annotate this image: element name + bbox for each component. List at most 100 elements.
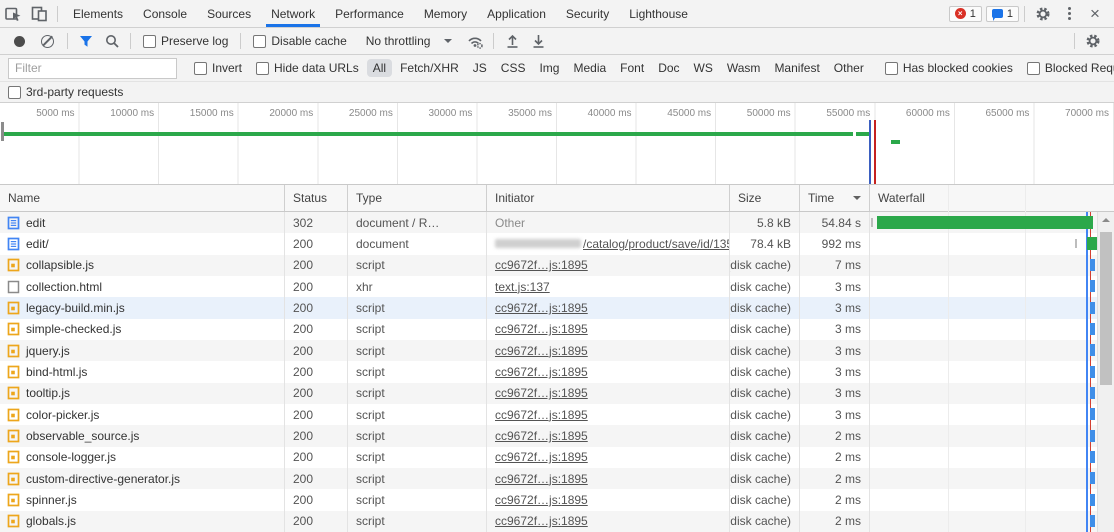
request-type-filter[interactable]: Doc [652,59,685,77]
table-scrollbar[interactable] [1097,212,1114,532]
network-conditions-icon[interactable] [462,29,488,53]
tab-network[interactable]: Network [261,0,325,27]
waterfall-cell [870,319,1114,340]
request-type-filter[interactable]: Font [614,59,650,77]
waterfall-cached-dash [1090,493,1095,506]
type-cell: script [348,403,487,426]
tab-console[interactable]: Console [133,0,197,27]
table-row[interactable]: bind-html.js 200 script cc9672f…js:1895 … [0,361,1114,383]
timeline-overview[interactable]: 5000 ms 10000 ms 15000 ms 20000 ms 25000 ms 3… [0,103,1114,185]
throttling-dropdown[interactable]: No throttling [366,34,453,48]
initiator-link[interactable]: cc9672f…js:1895 [495,386,588,400]
request-name: console-logger.js [26,450,117,465]
blocked-requests-checkbox[interactable]: Blocked Requests [1026,61,1114,75]
script-icon [6,258,20,272]
search-icon[interactable] [99,29,125,53]
table-row[interactable]: edit 302 document / R… Other 5.8 kB 54.8… [0,212,1114,234]
waterfall-cell [870,468,1114,489]
table-row[interactable]: color-picker.js 200 script cc9672f…js:18… [0,403,1114,426]
table-row[interactable]: observable_source.js 200 script cc9672f…… [0,425,1114,447]
column-header-name[interactable]: Name [0,185,285,211]
initiator-link[interactable]: cc9672f…js:1895 [495,429,588,443]
initiator-link[interactable]: /catalog/product/save/id/13546/type/simp… [583,237,729,251]
tab-security[interactable]: Security [556,0,619,27]
column-label: Time [808,191,835,205]
scrollbar-thumb[interactable] [1100,232,1112,385]
filter-funnel-icon[interactable] [73,29,99,53]
filter-input[interactable] [8,57,177,79]
table-row[interactable]: console-logger.js 200 script cc9672f…js:… [0,446,1114,468]
initiator-link[interactable]: cc9672f…js:1895 [495,322,588,336]
initiator-link[interactable]: text.js:137 [495,280,550,294]
request-type-filter[interactable]: CSS [495,59,532,77]
network-settings-gear-icon[interactable] [1080,29,1106,53]
column-header-time[interactable]: Time [800,185,870,211]
disable-cache-checkbox[interactable]: Disable cache [253,34,347,48]
redacted-text [495,239,581,249]
table-row[interactable]: jquery.js 200 script cc9672f…js:1895 (di… [0,339,1114,362]
time-cell: 3 ms [800,339,870,362]
hide-data-urls-checkbox[interactable]: Hide data URLs [256,61,359,75]
request-type-filter[interactable]: Img [533,59,565,77]
table-row[interactable]: collapsible.js 200 script cc9672f…js:189… [0,254,1114,276]
initiator-link[interactable]: cc9672f…js:1895 [495,450,588,464]
table-row[interactable]: simple-checked.js 200 script cc9672f…js:… [0,318,1114,340]
table-row[interactable]: collection.html 200 xhr text.js:137 (dis… [0,275,1114,298]
settings-gear-icon[interactable] [1030,2,1056,26]
tab-elements[interactable]: Elements [63,0,133,27]
close-devtools-icon[interactable]: × [1082,2,1108,26]
request-type-filter[interactable]: JS [467,59,493,77]
request-type-filter[interactable]: Fetch/XHR [394,59,465,77]
more-options-icon[interactable] [1056,2,1082,26]
initiator-link[interactable]: cc9672f…js:1895 [495,344,588,358]
record-button[interactable] [14,35,25,47]
console-message-badge[interactable]: 1 [985,5,1019,22]
request-type-filter[interactable]: Wasm [721,59,767,77]
scrollbar-up-arrow[interactable] [1098,212,1114,228]
tab-memory[interactable]: Memory [414,0,477,27]
initiator-link[interactable]: cc9672f…js:1895 [495,472,588,486]
waterfall-cached-dash [1090,387,1095,400]
table-row[interactable]: edit/ 200 document /catalog/product/save… [0,233,1114,255]
column-header-waterfall[interactable]: Waterfall [870,185,1114,211]
table-row[interactable]: legacy-build.min.js 200 script cc9672f…j… [0,297,1114,319]
device-toolbar-icon[interactable] [26,2,52,26]
initiator-link[interactable]: cc9672f…js:1895 [495,408,588,422]
clear-button[interactable] [41,34,54,48]
tab-performance[interactable]: Performance [325,0,414,27]
table-row[interactable]: spinner.js 200 script cc9672f…js:1895 (d… [0,489,1114,511]
initiator-link[interactable]: cc9672f…js:1895 [495,493,588,507]
table-row[interactable]: custom-directive-generator.js 200 script… [0,467,1114,490]
initiator-link[interactable]: cc9672f…js:1895 [495,301,588,315]
initiator-cell: cc9672f…js:1895 [487,489,730,511]
error-count-badge[interactable]: × 1 [948,5,982,22]
waterfall-cached-dash [1090,301,1095,314]
request-type-filter[interactable]: Media [567,59,612,77]
request-type-filter[interactable]: All [366,59,393,77]
request-type-filter[interactable]: Manifest [768,59,825,77]
inspect-element-icon[interactable] [0,2,26,26]
tab-label: Security [565,6,610,21]
third-party-requests-checkbox[interactable]: 3rd-party requests [8,85,123,99]
import-har-icon[interactable] [499,29,525,53]
initiator-link[interactable]: cc9672f…js:1895 [495,514,588,528]
tab-application[interactable]: Application [477,0,556,27]
request-name: custom-directive-generator.js [26,471,181,486]
invert-checkbox[interactable]: Invert [194,61,242,75]
column-header-type[interactable]: Type [348,185,487,211]
table-row[interactable]: globals.js 200 script cc9672f…js:1895 (d… [0,510,1114,532]
has-blocked-cookies-checkbox[interactable]: Has blocked cookies [884,61,1013,75]
request-type-filter[interactable]: WS [688,59,719,77]
export-har-icon[interactable] [525,29,551,53]
checkbox-label: Preserve log [161,34,229,48]
request-type-filter[interactable]: Other [828,59,870,77]
initiator-link[interactable]: cc9672f…js:1895 [495,258,588,272]
tab-sources[interactable]: Sources [197,0,261,27]
preserve-log-checkbox[interactable]: Preserve log [143,34,228,48]
initiator-link[interactable]: cc9672f…js:1895 [495,365,588,379]
column-header-size[interactable]: Size [730,185,800,211]
tab-lighthouse[interactable]: Lighthouse [619,0,698,27]
column-header-initiator[interactable]: Initiator [487,185,730,211]
column-header-status[interactable]: Status [285,185,348,211]
table-row[interactable]: tooltip.js 200 script cc9672f…js:1895 (d… [0,382,1114,404]
